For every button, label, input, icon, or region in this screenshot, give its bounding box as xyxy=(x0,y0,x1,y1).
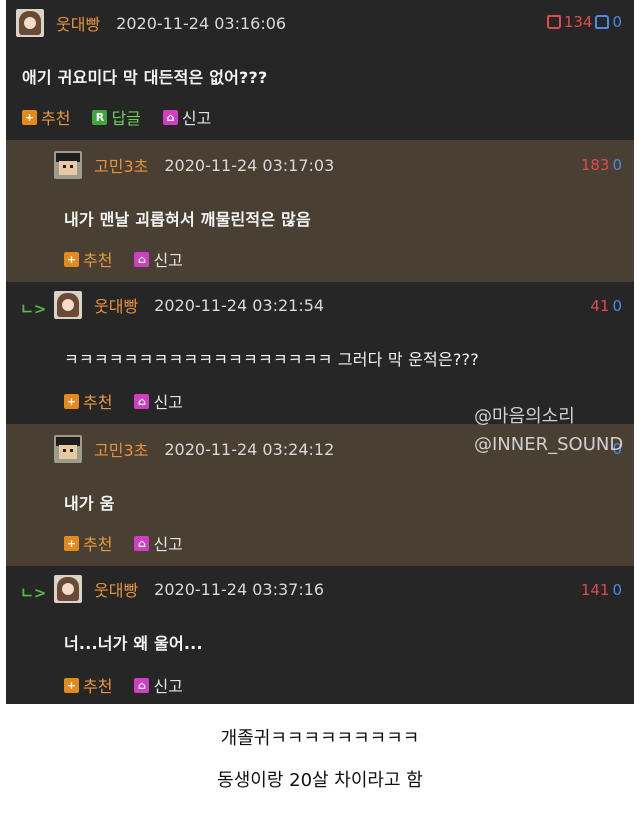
comment-actions: + 추천 R 답글 ⌂ 신고 xyxy=(22,106,211,128)
comment-5: ㄴ> 웃대빵 2020-11-24 03:37:16 141 0 너...너가 … xyxy=(6,566,634,704)
recommend-button[interactable]: + 추천 xyxy=(64,389,112,413)
upvote-count: 141 xyxy=(580,581,610,599)
thumbs-down-icon[interactable] xyxy=(595,15,610,29)
timestamp: 2020-11-24 03:21:54 xyxy=(154,295,325,315)
plus-icon: + xyxy=(22,109,37,125)
comment-text: 내가 맨날 괴롭혀서 깨물린적은 많음 xyxy=(64,210,311,229)
vote-counts: 141 0 xyxy=(581,581,622,599)
comment-actions: + 추천 ⌂ 신고 xyxy=(64,532,183,554)
watermark-line-2: @INNER_SOUND xyxy=(474,434,624,455)
upvote-count: 134 xyxy=(563,13,593,31)
comment-text: ㅋㅋㅋㅋㅋㅋㅋㅋㅋㅋㅋㅋㅋㅋㅋㅋㅋㅋ 그러다 막 운적은??? xyxy=(64,350,479,369)
reply-button[interactable]: R 답글 xyxy=(92,105,141,129)
comment-text: 내가 움 xyxy=(64,494,115,513)
avatar[interactable] xyxy=(54,151,82,179)
nickname[interactable]: 웃대빵 xyxy=(56,11,100,35)
caption-line-2: 동생이랑 20살 차이라고 함 xyxy=(217,770,423,791)
timestamp: 2020-11-24 03:17:03 xyxy=(164,155,335,175)
caption-line-1: 개졸귀ㅋㅋㅋㅋㅋㅋㅋㅋㅋ xyxy=(220,728,420,749)
downvote-count: 0 xyxy=(612,581,622,599)
comment-actions: + 추천 ⌂ 신고 xyxy=(64,390,183,412)
report-button[interactable]: ⌂ 신고 xyxy=(134,531,183,555)
reply-r-icon: R xyxy=(92,109,108,125)
nickname[interactable]: 웃대빵 xyxy=(94,293,138,317)
thumbs-up-icon[interactable] xyxy=(546,15,561,29)
bell-icon: ⌂ xyxy=(162,109,178,125)
bell-icon: ⌂ xyxy=(134,677,150,693)
comment-text: 애기 귀요미다 막 대든적은 없어??? xyxy=(22,68,268,87)
timestamp: 2020-11-24 03:16:06 xyxy=(116,13,287,33)
plus-icon: + xyxy=(64,535,79,551)
comment-text: 너...너가 왜 울어... xyxy=(64,634,203,653)
bell-icon: ⌂ xyxy=(134,535,150,551)
watermark-line-1: @마음의소리 xyxy=(474,406,575,427)
report-button[interactable]: ⌂ 신고 xyxy=(134,389,183,413)
plus-icon: + xyxy=(64,393,79,409)
bell-icon: ⌂ xyxy=(134,251,150,267)
vote-counts: 134 0 xyxy=(546,13,622,31)
plus-icon: + xyxy=(64,677,79,693)
report-button[interactable]: ⌂ 신고 xyxy=(134,247,183,271)
avatar[interactable] xyxy=(54,575,82,603)
vote-counts: 41 0 xyxy=(590,297,622,315)
avatar[interactable] xyxy=(54,435,82,463)
report-button[interactable]: ⌂ 신고 xyxy=(134,673,183,697)
timestamp: 2020-11-24 03:24:12 xyxy=(164,439,335,459)
avatar[interactable] xyxy=(16,9,44,37)
timestamp: 2020-11-24 03:37:16 xyxy=(154,579,325,599)
comment-thread: 웃대빵 2020-11-24 03:16:06 134 0 애기 귀요미다 막 … xyxy=(6,0,634,704)
avatar[interactable] xyxy=(54,291,82,319)
nickname[interactable]: 웃대빵 xyxy=(94,577,138,601)
watermark: @마음의소리 @INNER_SOUND xyxy=(474,402,623,455)
plus-icon: + xyxy=(64,251,79,267)
comment-1: 웃대빵 2020-11-24 03:16:06 134 0 애기 귀요미다 막 … xyxy=(6,0,634,140)
recommend-button[interactable]: + 추천 xyxy=(64,247,112,271)
recommend-button[interactable]: + 추천 xyxy=(22,105,70,129)
bell-icon: ⌂ xyxy=(134,393,150,409)
recommend-button[interactable]: + 추천 xyxy=(64,673,112,697)
comment-actions: + 추천 ⌂ 신고 xyxy=(64,248,183,270)
downvote-count: 0 xyxy=(612,156,622,174)
downvote-count: 0 xyxy=(612,297,622,315)
nickname[interactable]: 고민3초 xyxy=(94,153,148,177)
upvote-count: 183 xyxy=(580,156,610,174)
comment-actions: + 추천 ⌂ 신고 xyxy=(64,674,183,696)
comment-2: 고민3초 2020-11-24 03:17:03 183 0 내가 맨날 괴롭혀… xyxy=(6,140,634,282)
upvote-count: 41 xyxy=(590,297,610,315)
recommend-button[interactable]: + 추천 xyxy=(64,531,112,555)
vote-counts: 183 0 xyxy=(581,156,622,174)
nickname[interactable]: 고민3초 xyxy=(94,437,148,461)
downvote-count: 0 xyxy=(612,13,622,31)
report-button[interactable]: ⌂ 신고 xyxy=(162,105,211,129)
